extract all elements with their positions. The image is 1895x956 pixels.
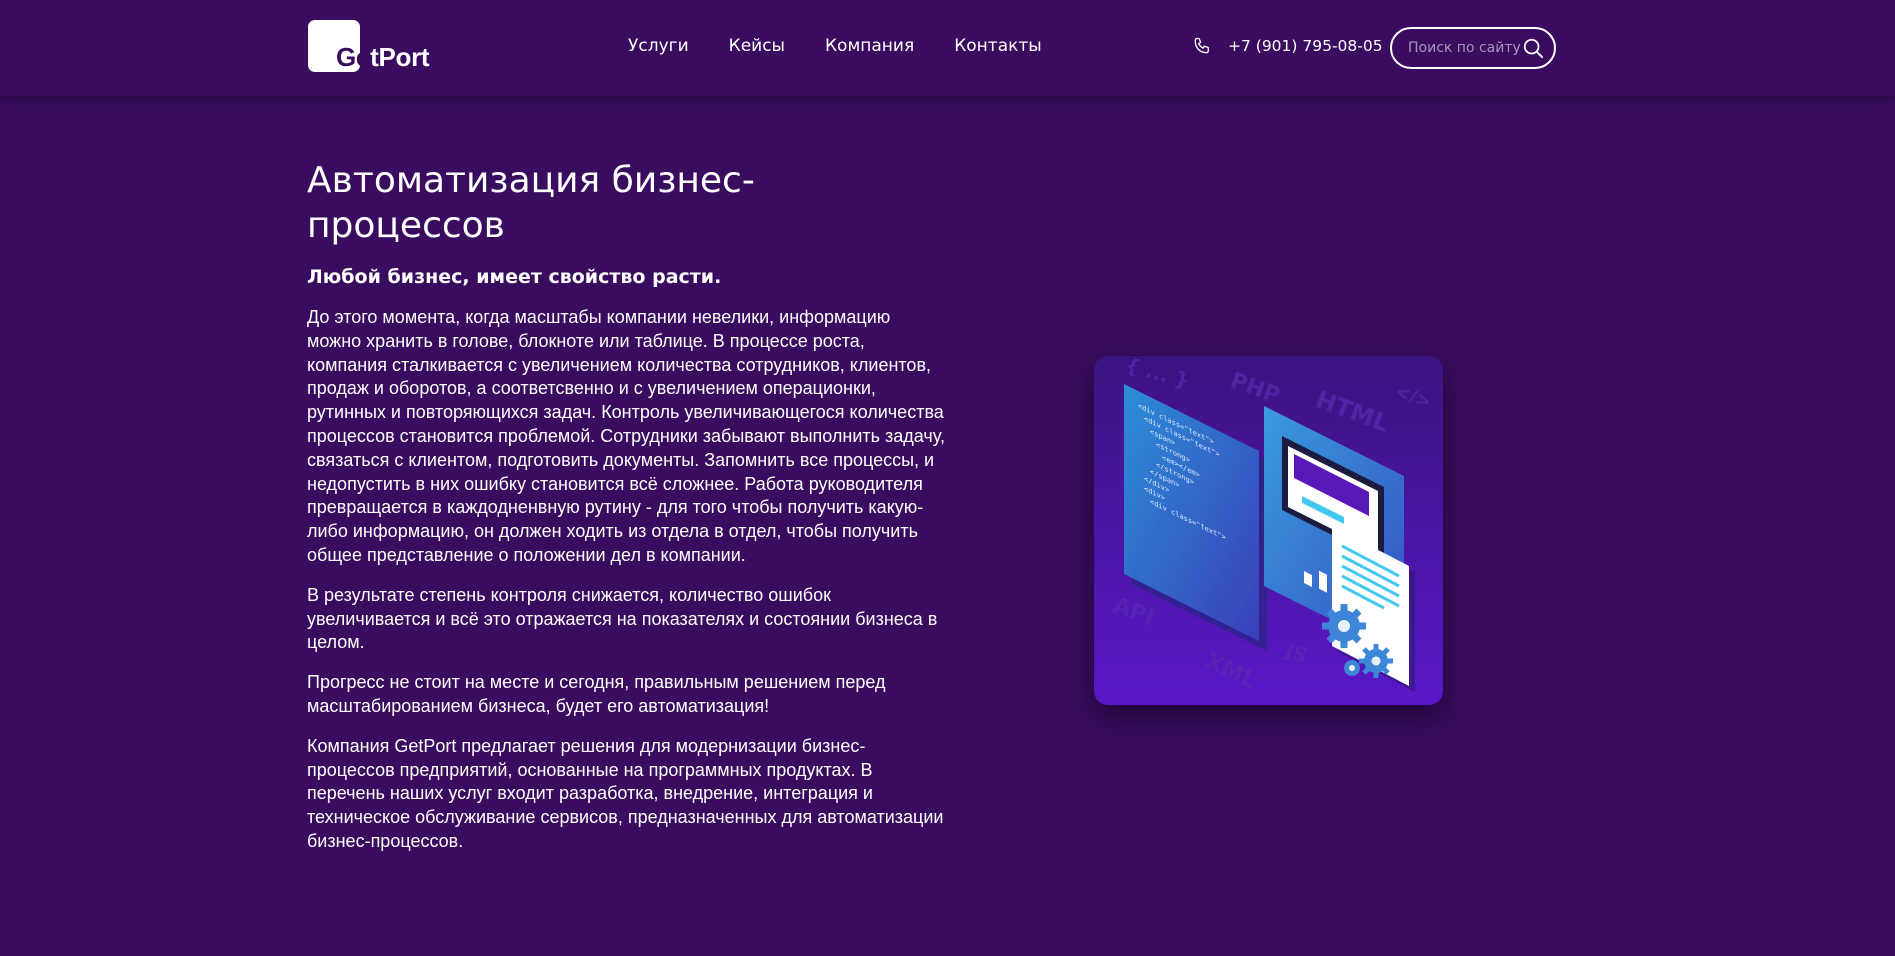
search-icon[interactable]: [1522, 37, 1544, 59]
logo-text: GetPort: [336, 42, 430, 72]
paragraph: Прогресс не стоит на месте и сегодня, пр…: [307, 672, 886, 716]
search-input[interactable]: [1408, 37, 1528, 59]
page-subtitle: Любой бизнес, имеет свойство расти.: [307, 266, 722, 288]
paragraph: Компания GetPort предлагает решения для …: [307, 735, 944, 851]
nav-item-company[interactable]: Компания: [825, 36, 914, 56]
phone-link[interactable]: +7 (901) 795-08-05: [1192, 36, 1383, 56]
automation-illustration: PHP HTML API XML JS { ... } </> <div cla…: [1094, 356, 1443, 705]
site-header: GetPort Услуги Кейсы Компания Контакты +…: [0, 0, 1895, 96]
paragraph: В результате степень контроля снижается,…: [307, 584, 938, 653]
logo[interactable]: GetPort: [308, 20, 430, 74]
paragraph: До этого момента, когда масштабы компани…: [307, 307, 945, 565]
main-nav: Услуги Кейсы Компания Контакты: [628, 36, 1042, 56]
phone-number: +7 (901) 795-08-05: [1228, 37, 1383, 55]
article-body: До этого момента, когда масштабы компани…: [307, 306, 947, 870]
nav-item-services[interactable]: Услуги: [628, 36, 689, 56]
page-title: Автоматизация бизнес-процессов: [307, 160, 755, 246]
search-box: [1390, 27, 1556, 69]
nav-item-cases[interactable]: Кейсы: [729, 36, 785, 56]
phone-icon: [1192, 36, 1212, 56]
nav-item-contacts[interactable]: Контакты: [954, 36, 1042, 56]
